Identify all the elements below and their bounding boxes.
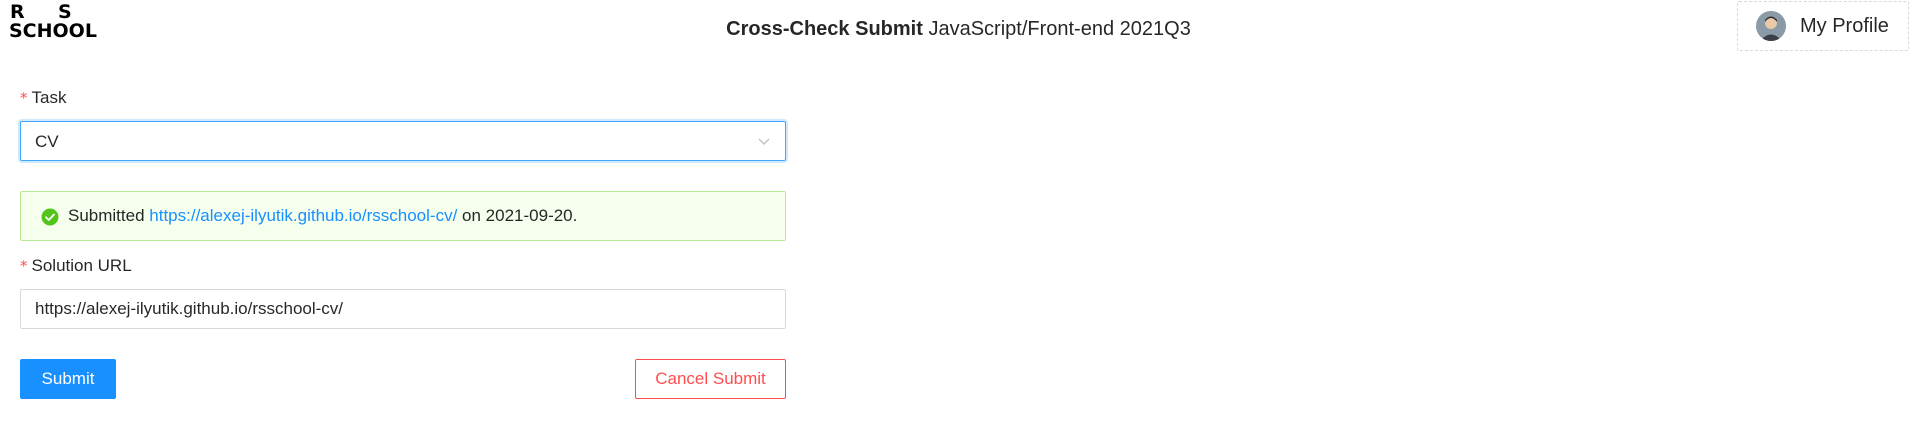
status-date: on 2021-09-20.	[462, 206, 578, 225]
app-header: R S SCHOOL Cross-Check Submit JavaScript…	[0, 0, 1917, 60]
status-prefix: Submitted	[68, 206, 145, 225]
submit-button[interactable]: Submit	[20, 359, 116, 399]
task-select[interactable]: CV	[20, 121, 786, 161]
my-profile-label: My Profile	[1800, 14, 1889, 37]
check-circle-icon	[41, 208, 59, 226]
submission-status-message: Submitted https://alexej-ilyutik.github.…	[68, 204, 577, 228]
chevron-down-icon	[758, 138, 770, 145]
user-avatar	[1756, 11, 1786, 41]
page-title: Cross-Check Submit JavaScript/Front-end …	[0, 14, 1917, 44]
solution-url-label: * Solution URL	[20, 254, 132, 278]
submitted-solution-link[interactable]: https://alexej-ilyutik.github.io/rsschoo…	[149, 206, 457, 225]
required-asterisk: *	[20, 89, 28, 107]
task-select-value: CV	[35, 132, 59, 151]
cancel-submit-button[interactable]: Cancel Submit	[635, 359, 786, 399]
page-title-course: JavaScript/Front-end 2021Q3	[928, 18, 1191, 40]
solution-url-label-text: Solution URL	[31, 256, 132, 275]
avatar-image	[1756, 11, 1786, 41]
task-label-text: Task	[31, 88, 67, 107]
solution-url-field[interactable]	[20, 289, 786, 329]
required-asterisk: *	[20, 257, 28, 275]
solution-url-input[interactable]	[21, 290, 785, 328]
task-label: * Task	[20, 86, 66, 110]
my-profile-button[interactable]: My Profile	[1737, 1, 1909, 51]
page-title-main: Cross-Check Submit	[726, 18, 923, 40]
submission-status-alert: Submitted https://alexej-ilyutik.github.…	[20, 191, 786, 241]
